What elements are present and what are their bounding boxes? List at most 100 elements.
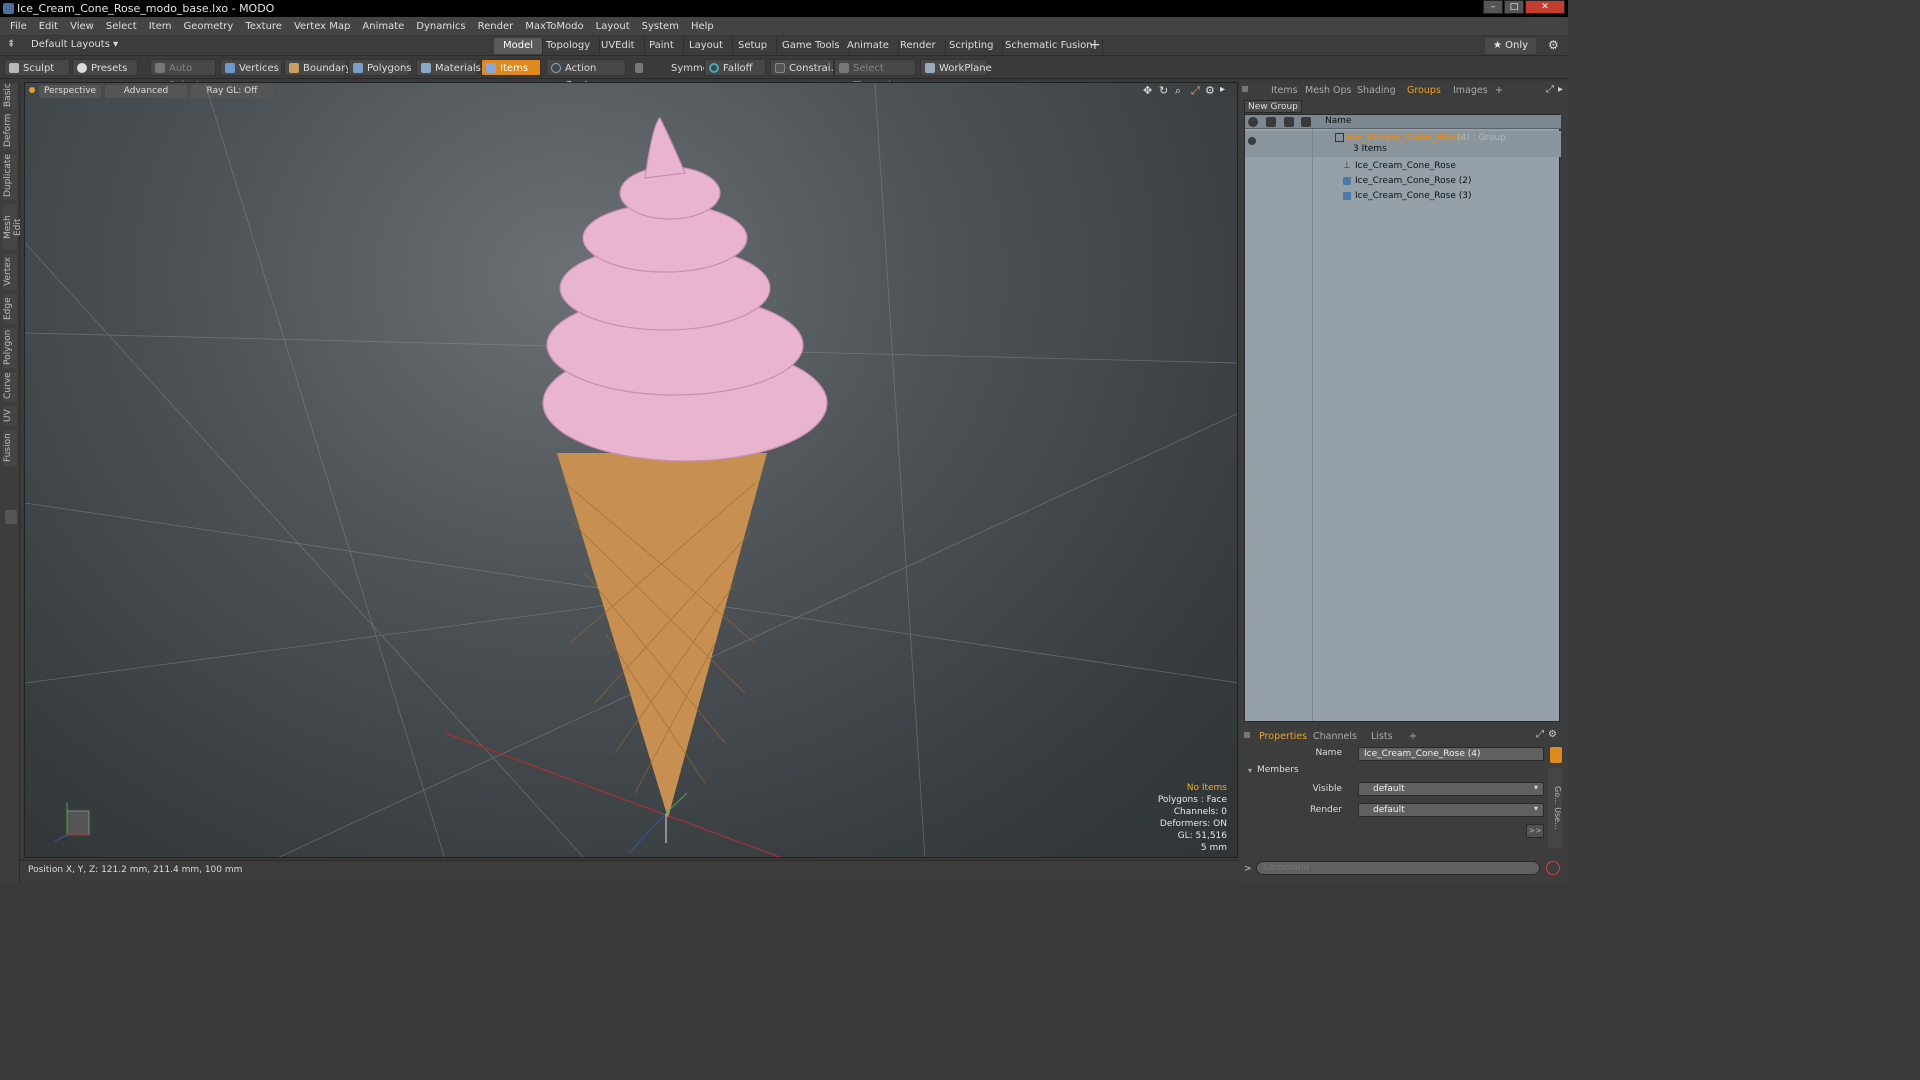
tab-lists[interactable]: Lists <box>1364 730 1400 744</box>
minimize-button[interactable]: – <box>1483 0 1503 14</box>
menu-file[interactable]: File <box>4 21 33 32</box>
auto-select-button[interactable]: Auto Select <box>150 59 216 91</box>
visibility-icon[interactable] <box>1248 137 1256 145</box>
tab-schematic-fusion[interactable]: Schematic Fusion <box>996 38 1103 54</box>
vtab-basic[interactable]: Basic <box>3 83 17 110</box>
expand-icon[interactable]: ⤢ <box>1546 84 1554 95</box>
falloff-button[interactable]: Falloff <box>704 59 766 76</box>
constraint-button[interactable]: Constrai... <box>770 59 840 76</box>
tab-channels[interactable]: Channels <box>1306 730 1364 744</box>
vtab-curve[interactable]: Curve <box>3 372 17 402</box>
more-button[interactable]: >> <box>1526 824 1544 838</box>
tab-setup[interactable]: Setup <box>729 38 778 54</box>
tab-groups[interactable]: Groups <box>1400 84 1448 98</box>
tab-model[interactable]: Model <box>494 38 544 54</box>
tab-shading[interactable]: Shading <box>1350 84 1403 98</box>
group-row[interactable]: Ice_Cream_Cone_Rose (4) : Group 3 Items <box>1245 131 1561 157</box>
sculpt-button[interactable]: Sculpt <box>4 59 70 76</box>
hud-gl: GL: 51,516 <box>1177 831 1227 841</box>
materials-button[interactable]: Materials <box>416 59 481 76</box>
tab-render[interactable]: Render <box>891 38 946 54</box>
group-item-count: 3 Items <box>1353 144 1387 154</box>
select-header-icon <box>1301 117 1311 127</box>
render-dropdown[interactable]: default <box>1358 803 1544 817</box>
vtab-polygon[interactable]: Polygon <box>3 328 17 368</box>
menu-geometry[interactable]: Geometry <box>177 21 239 32</box>
only-toggle[interactable]: ★ Only <box>1485 38 1537 54</box>
presets-button[interactable]: Presets <box>72 59 138 76</box>
render-label: Render <box>1309 805 1342 815</box>
workplane-button[interactable]: WorkPlane <box>920 59 992 76</box>
symmetry-button[interactable]: Symmetry <box>630 59 723 76</box>
vtab-duplicate[interactable]: Duplicate <box>3 154 17 200</box>
action-center-button[interactable]: Action Center <box>546 59 626 91</box>
gear-icon[interactable]: ⚙ <box>1548 729 1557 740</box>
presets-icon <box>77 63 87 73</box>
visible-dropdown[interactable]: default <box>1358 782 1544 796</box>
menu-view[interactable]: View <box>64 21 100 32</box>
tab-animate[interactable]: Animate <box>838 38 899 54</box>
add-tab-button[interactable]: + <box>1089 37 1101 53</box>
menu-system[interactable]: System <box>636 21 685 32</box>
vtab-fusion[interactable]: Fusion <box>3 430 17 466</box>
tab-paint[interactable]: Paint <box>640 38 684 54</box>
layout-arrow-icon[interactable]: ⇞ <box>7 39 15 50</box>
tab-uvedit[interactable]: UVEdit <box>592 38 645 54</box>
hud-deformers: Deformers: ON <box>1159 819 1227 829</box>
vertices-button[interactable]: Vertices <box>220 59 282 76</box>
group-list-header: Name <box>1245 115 1561 129</box>
name-column-header[interactable]: Name <box>1325 116 1352 126</box>
name-field[interactable]: Ice_Cream_Cone_Rose (4) <box>1358 747 1544 761</box>
gear-icon[interactable]: ⚙ <box>1548 38 1559 52</box>
menu-texture[interactable]: Texture <box>239 21 288 32</box>
vtab-mesh-edit[interactable]: Mesh Edit <box>3 204 23 250</box>
menu-layout[interactable]: Layout <box>590 21 636 32</box>
tool-bar: Sculpt Presets Auto Select Vertices 1 Bo… <box>0 56 1568 128</box>
vtab-deform[interactable]: Deform <box>3 114 17 150</box>
3d-viewport[interactable]: Perspective Advanced Ray GL: Off ✥ ↻ ⌕ ⤢… <box>24 82 1238 858</box>
name-label: Name <box>1315 748 1342 758</box>
menu-help[interactable]: Help <box>685 21 720 32</box>
tab-properties[interactable]: Properties <box>1252 730 1314 744</box>
tab-layout[interactable]: Layout <box>680 38 733 54</box>
menu-edit[interactable]: Edit <box>33 21 64 32</box>
members-collapse-icon[interactable]: ▾ <box>1248 766 1252 775</box>
record-icon[interactable] <box>1546 861 1560 875</box>
boundary-button[interactable]: Boundary <box>284 59 351 76</box>
menu-maxtomodo[interactable]: MaxToModo <box>519 21 589 32</box>
tab-scripting[interactable]: Scripting <box>940 38 1004 54</box>
select-through-button[interactable]: Select Through <box>834 59 916 91</box>
close-button[interactable]: ✕ <box>1525 0 1565 14</box>
add-props-tab-button[interactable]: + <box>1402 730 1424 744</box>
axis-orientation-widget <box>54 803 90 842</box>
vtab-uv[interactable]: UV <box>3 406 17 426</box>
menu-render[interactable]: Render <box>472 21 520 32</box>
channel-toggle-button[interactable] <box>1550 747 1562 763</box>
panel-toggle-button[interactable] <box>5 510 17 524</box>
command-input[interactable] <box>1256 861 1540 875</box>
vtab-vertex[interactable]: Vertex <box>3 254 17 290</box>
layout-bar: ⇞ Default Layouts ▾ Model Topology UVEdi… <box>0 36 1568 56</box>
boundary-icon <box>289 63 299 73</box>
menu-vertex-map[interactable]: Vertex Map <box>288 21 356 32</box>
maximize-button[interactable]: □ <box>1504 0 1524 14</box>
default-layouts-dropdown[interactable]: Default Layouts ▾ <box>31 39 118 50</box>
vtab-edge[interactable]: Edge <box>3 294 17 324</box>
boundary-label: Boundary <box>303 63 352 74</box>
tab-topology[interactable]: Topology <box>537 38 601 54</box>
add-panel-tab-button[interactable]: + <box>1488 84 1510 98</box>
list-item[interactable]: Ice_Cream_Cone_Rose (3) <box>1245 189 1561 203</box>
menu-select[interactable]: Select <box>100 21 143 32</box>
menu-item[interactable]: Item <box>143 21 178 32</box>
expand-icon[interactable]: ⤢ <box>1536 729 1544 740</box>
left-tool-tabs: Basic Deform Duplicate Mesh Edit Vertex … <box>0 82 23 882</box>
list-item[interactable]: ⊥ Ice_Cream_Cone_Rose <box>1245 159 1561 173</box>
menu-dynamics[interactable]: Dynamics <box>410 21 471 32</box>
items-button[interactable]: Items <box>481 59 541 76</box>
menu-animate[interactable]: Animate <box>356 21 410 32</box>
panel-menu-icon[interactable]: ▸ <box>1558 84 1563 95</box>
list-item[interactable]: Ice_Cream_Cone_Rose (2) <box>1245 174 1561 188</box>
new-group-button[interactable]: New Group <box>1244 100 1302 113</box>
side-tabs[interactable]: Go... Use... <box>1548 768 1562 848</box>
polygons-button[interactable]: Polygons <box>348 59 412 76</box>
